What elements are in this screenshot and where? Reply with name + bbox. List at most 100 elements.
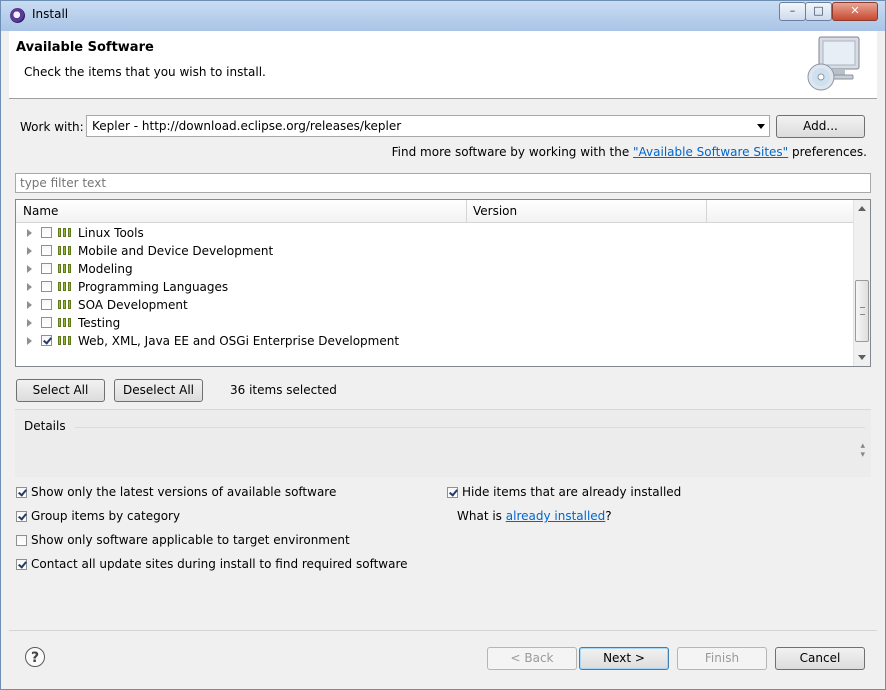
tree-header: Name Version: [16, 200, 854, 223]
option-contact-sites-label: Contact all update sites during install …: [31, 557, 408, 571]
row-label: SOA Development: [78, 298, 188, 312]
help-icon[interactable]: ?: [25, 647, 45, 667]
page-subtitle: Check the items that you wish to install…: [24, 65, 266, 79]
checkbox-hide-installed[interactable]: [447, 487, 458, 498]
column-name-header[interactable]: Name: [23, 204, 58, 218]
available-sites-link[interactable]: "Available Software Sites": [633, 145, 788, 159]
category-icon: [58, 336, 72, 345]
tree-row[interactable]: Programming Languages: [16, 278, 854, 296]
eclipse-icon: [10, 8, 25, 23]
expand-arrow-icon[interactable]: [27, 229, 32, 237]
row-checkbox[interactable]: [41, 227, 52, 238]
category-icon: [58, 282, 72, 291]
expand-arrow-icon[interactable]: [27, 283, 32, 291]
tree-row[interactable]: Web, XML, Java EE and OSGi Enterprise De…: [16, 332, 854, 350]
details-group: Details ▴ ▾: [15, 409, 871, 477]
option-target-environment[interactable]: Show only software applicable to target …: [16, 533, 350, 547]
tree-scrollbar[interactable]: [853, 200, 870, 366]
row-checkbox[interactable]: [41, 263, 52, 274]
add-site-button[interactable]: Add...: [776, 115, 865, 138]
chevron-down-icon[interactable]: [757, 124, 765, 129]
find-more-prefix: Find more software by working with the: [391, 145, 634, 159]
row-label: Web, XML, Java EE and OSGi Enterprise De…: [78, 334, 400, 348]
column-divider[interactable]: [706, 200, 707, 222]
column-version-header[interactable]: Version: [473, 204, 517, 218]
title-bar[interactable]: Install – □ ✕: [1, 1, 885, 31]
page-title: Available Software: [16, 40, 154, 55]
option-group-by-category-label: Group items by category: [31, 509, 181, 523]
column-divider[interactable]: [466, 200, 467, 222]
work-with-value: Kepler - http://download.eclipse.org/rel…: [92, 119, 402, 133]
wizard-header: Available Software Check the items that …: [9, 31, 877, 99]
option-latest-versions[interactable]: Show only the latest versions of availab…: [16, 485, 336, 499]
selection-count: 36 items selected: [230, 383, 337, 397]
option-group-by-category[interactable]: Group items by category: [16, 509, 180, 523]
category-icon: [58, 318, 72, 327]
tree-row[interactable]: Mobile and Device Development: [16, 242, 854, 260]
window-title: Install: [32, 7, 69, 21]
option-latest-versions-label: Show only the latest versions of availab…: [31, 485, 337, 499]
cancel-button[interactable]: Cancel: [775, 647, 865, 670]
checkbox-target-environment[interactable]: [16, 535, 27, 546]
row-label: Mobile and Device Development: [78, 244, 274, 258]
row-checkbox[interactable]: [41, 281, 52, 292]
row-label: Modeling: [78, 262, 133, 276]
checkbox-contact-sites[interactable]: [16, 559, 27, 570]
what-is-prefix: What is: [457, 509, 506, 523]
software-tree[interactable]: Name Version Linux Tools Mobile and Devi…: [15, 199, 871, 367]
expand-arrow-icon[interactable]: [27, 337, 32, 345]
filter-field[interactable]: [15, 173, 871, 193]
what-is-suffix: ?: [605, 509, 612, 523]
row-label: Linux Tools: [78, 226, 144, 240]
expand-arrow-icon[interactable]: [27, 265, 32, 273]
deselect-all-button[interactable]: Deselect All: [114, 379, 203, 402]
details-scroll-indicator[interactable]: ▴ ▾: [860, 442, 865, 460]
close-button[interactable]: ✕: [832, 2, 878, 21]
install-window: Install – □ ✕ Available Software Check t…: [0, 0, 886, 690]
row-checkbox[interactable]: [41, 245, 52, 256]
row-checkbox[interactable]: [41, 335, 52, 346]
checkbox-group-by-category[interactable]: [16, 511, 27, 522]
wizard-body: Work with: Kepler - http://download.ecli…: [9, 99, 877, 689]
category-icon: [58, 264, 72, 273]
expand-arrow-icon[interactable]: [27, 301, 32, 309]
minimize-button[interactable]: –: [779, 2, 806, 21]
find-more-suffix: preferences.: [788, 145, 867, 159]
row-checkbox[interactable]: [41, 317, 52, 328]
finish-button[interactable]: Finish: [677, 647, 767, 670]
option-hide-installed[interactable]: Hide items that are already installed: [447, 485, 681, 499]
details-divider: [75, 427, 865, 428]
scroll-thumb[interactable]: [855, 280, 869, 342]
row-label: Programming Languages: [78, 280, 229, 294]
select-all-button[interactable]: Select All: [16, 379, 105, 402]
expand-arrow-icon[interactable]: [27, 319, 32, 327]
back-button[interactable]: < Back: [487, 647, 577, 670]
option-target-environment-label: Show only software applicable to target …: [31, 533, 350, 547]
footer-divider: [9, 630, 877, 631]
tree-row[interactable]: Modeling: [16, 260, 854, 278]
maximize-button[interactable]: □: [805, 2, 832, 21]
work-with-label: Work with:: [20, 120, 84, 134]
next-button[interactable]: Next >: [579, 647, 669, 670]
tree-rows: Linux Tools Mobile and Device Developmen…: [16, 224, 854, 350]
checkbox-latest-versions[interactable]: [16, 487, 27, 498]
tree-row[interactable]: SOA Development: [16, 296, 854, 314]
row-checkbox[interactable]: [41, 299, 52, 310]
find-more-text: Find more software by working with the "…: [392, 145, 867, 159]
option-hide-installed-label: Hide items that are already installed: [462, 485, 682, 499]
tree-row[interactable]: Linux Tools: [16, 224, 854, 242]
category-icon: [58, 228, 72, 237]
what-is-installed-text: What is already installed?: [457, 509, 612, 523]
details-label: Details: [24, 419, 69, 433]
row-label: Testing: [78, 316, 121, 330]
option-contact-sites[interactable]: Contact all update sites during install …: [16, 557, 408, 571]
expand-arrow-icon[interactable]: [27, 247, 32, 255]
scroll-up-icon[interactable]: [858, 206, 866, 211]
tree-row[interactable]: Testing: [16, 314, 854, 332]
filter-input[interactable]: [16, 174, 870, 192]
work-with-combo[interactable]: Kepler - http://download.eclipse.org/rel…: [86, 115, 770, 137]
category-icon: [58, 246, 72, 255]
scroll-down-icon[interactable]: [858, 355, 866, 360]
monitor-cd-icon: [807, 36, 860, 91]
already-installed-link[interactable]: already installed: [506, 509, 606, 523]
